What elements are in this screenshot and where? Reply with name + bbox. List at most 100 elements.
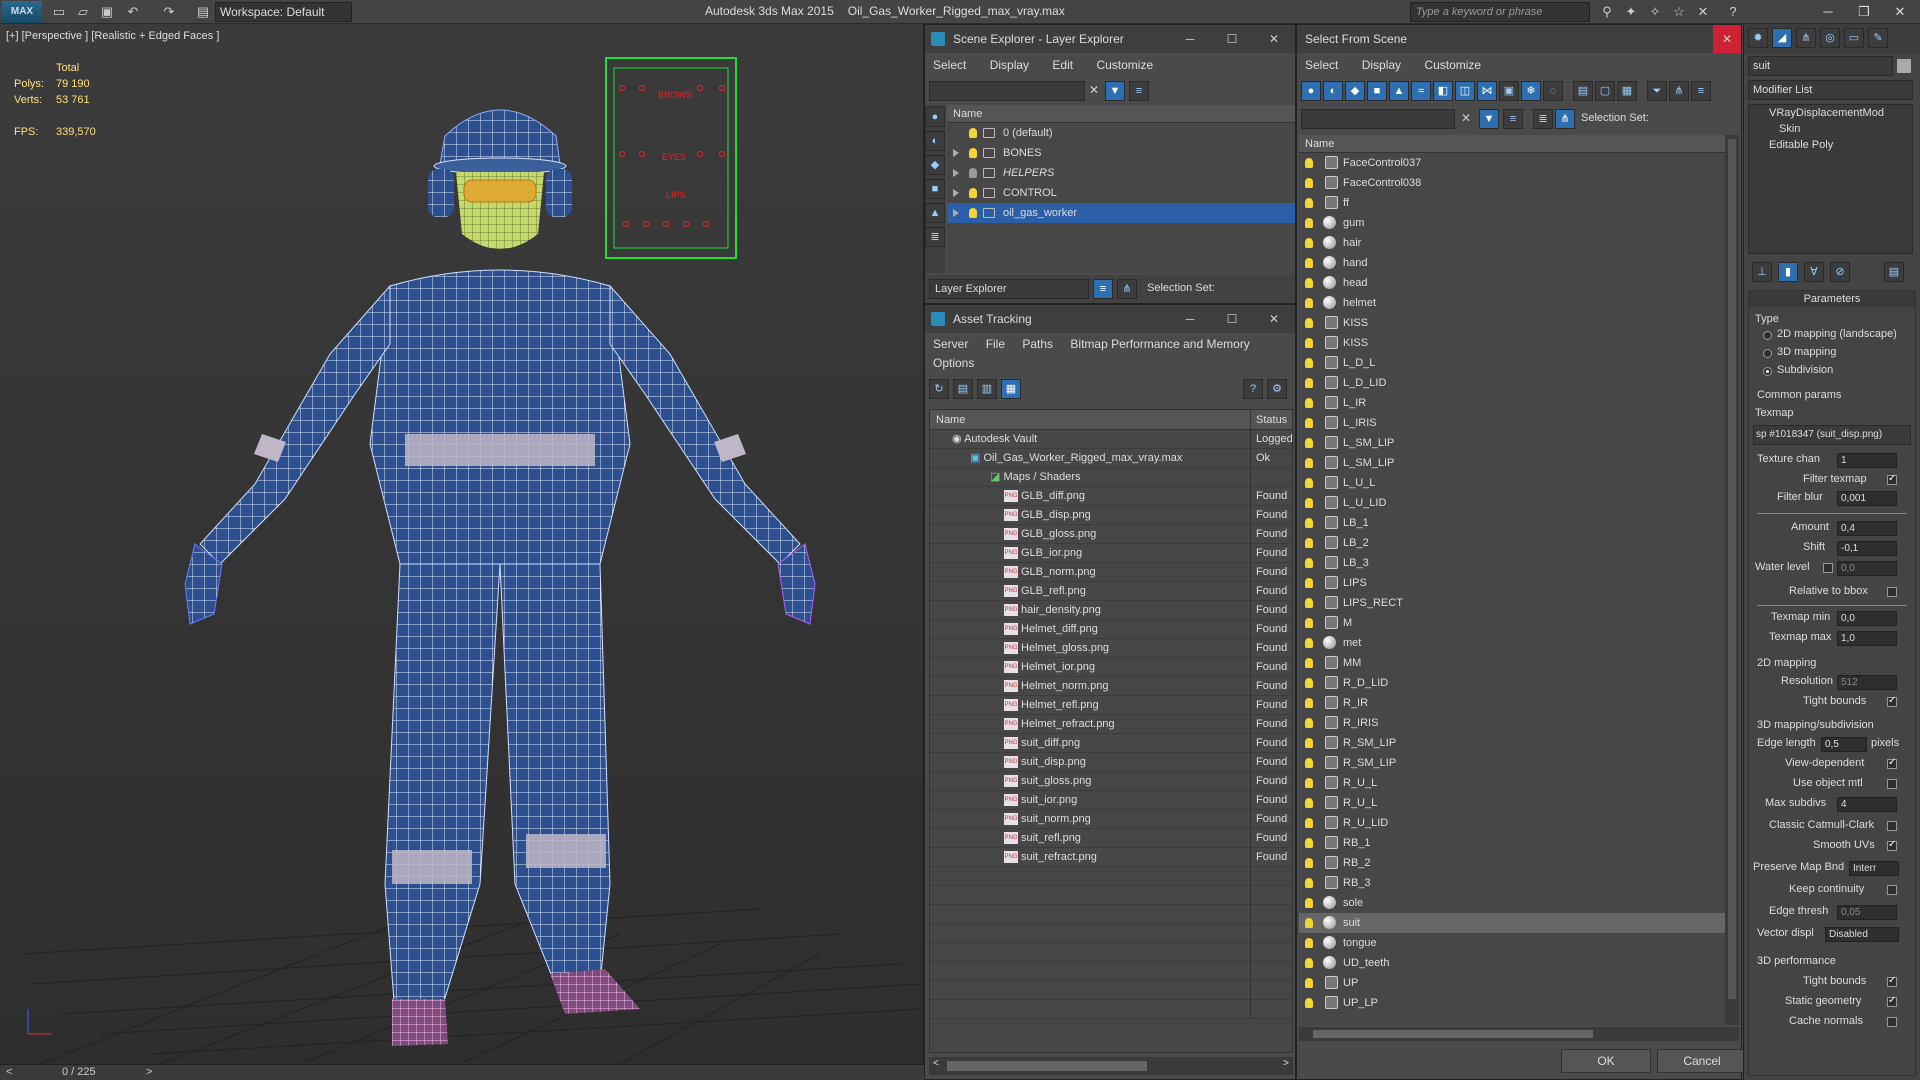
display-shapes-icon[interactable]: ◐ [925,131,945,151]
scene-object-row[interactable]: RB_1 [1299,833,1725,853]
stack-item-skin[interactable]: Skin [1749,121,1912,137]
utilities-tab-icon[interactable]: ✎ [1868,28,1888,48]
modify-tab-icon[interactable]: ◢ [1772,28,1792,48]
scroll-right-icon[interactable]: > [1283,1058,1289,1069]
stack-item-editable-poly[interactable]: Editable Poly [1749,137,1912,153]
close-icon[interactable]: ✕ [1882,0,1918,24]
scene-object-row[interactable]: tongue [1299,933,1725,953]
filter-containers-icon[interactable]: ▣ [1499,81,1519,101]
scene-object-row[interactable]: gum [1299,213,1725,233]
static-geometry-checkbox[interactable] [1887,995,1897,1007]
lightbulb-icon[interactable] [1305,218,1313,228]
lightbulb-icon[interactable] [1305,378,1313,388]
asset-row-map[interactable]: PNG Helmet_gloss.png Found [930,639,1292,658]
vector-displ-dropdown[interactable]: Disabled [1825,927,1899,942]
texmap-min-spinner[interactable]: 0,0 [1837,611,1897,626]
lightbulb-icon[interactable] [1305,678,1313,688]
view-dependent-checkbox[interactable] [1887,757,1897,769]
asset-row-file[interactable]: ▣ Oil_Gas_Worker_Rigged_max_vray.max Ok [930,449,1292,468]
water-level-spinner[interactable]: 0,0 [1837,561,1897,576]
filter-icon[interactable]: ▼ [1479,109,1499,129]
lightbulb-icon[interactable] [1305,558,1313,568]
asset-row-maps-group[interactable]: ◪ Maps / Shaders [930,468,1292,487]
display-none-icon[interactable]: ▢ [1595,81,1615,101]
scene-object-row[interactable]: R_U_LID [1299,813,1725,833]
scene-object-row[interactable]: RB_3 [1299,873,1725,893]
use-object-mtl-checkbox[interactable] [1887,779,1897,789]
redo-icon[interactable]: ↷ [160,3,178,21]
cache-normals-checkbox[interactable] [1887,1017,1897,1027]
minimize-icon[interactable]: ─ [1810,0,1846,24]
scene-object-row[interactable]: L_D_L [1299,353,1725,373]
configure-sets-icon[interactable]: ▤ [1884,262,1904,282]
asset-row-map[interactable]: PNG GLB_ior.png Found [930,544,1292,563]
scene-object-row[interactable]: KISS [1299,333,1725,353]
layer-explorer-icon[interactable]: ≡ [1093,279,1113,299]
lightbulb-icon[interactable] [1305,658,1313,668]
asset-row-map[interactable]: PNG Helmet_diff.png Found [930,620,1292,639]
stack-item-vraydisplacement[interactable]: VRayDisplacementMod [1749,105,1912,121]
lightbulb-icon[interactable] [1305,778,1313,788]
lightbulb-icon[interactable] [1305,858,1313,868]
scene-object-row[interactable]: LB_3 [1299,553,1725,573]
type-subdivision-radio[interactable] [1763,367,1772,376]
minimize-icon[interactable]: ─ [1169,25,1211,53]
asset-row-map[interactable]: PNG GLB_norm.png Found [930,563,1292,582]
timeline-prev-icon[interactable]: < [6,1066,12,1078]
scene-object-row[interactable]: R_IR [1299,693,1725,713]
menu-bitmap-performance[interactable]: Bitmap Performance and Memory [1070,337,1249,351]
asset-row-map[interactable]: PNG GLB_diff.png Found [930,487,1292,506]
tight-bounds2-checkbox[interactable] [1887,975,1897,987]
asset-row-map[interactable]: PNG Helmet_ior.png Found [930,658,1292,677]
asset-row-map[interactable]: PNG Helmet_norm.png Found [930,677,1292,696]
minimize-icon[interactable]: ─ [1169,305,1211,333]
scene-object-row[interactable]: met [1299,633,1725,653]
display-bones-icon[interactable]: ≣ [925,227,945,247]
scene-object-row[interactable]: R_SM_LIP [1299,733,1725,753]
scene-object-row[interactable]: R_SM_LIP [1299,753,1725,773]
filter-shapes-icon[interactable]: ◐ [1323,81,1343,101]
lightbulb-icon[interactable] [1305,878,1313,888]
asset-row-map[interactable]: PNG GLB_disp.png Found [930,506,1292,525]
menu-paths[interactable]: Paths [1022,337,1053,351]
water-level-checkbox[interactable] [1823,563,1833,573]
lightbulb-icon[interactable] [1305,618,1313,628]
settings-icon[interactable]: ⚙ [1267,379,1287,399]
parameters-rollout-title[interactable]: Parameters [1749,291,1915,307]
scene-object-row[interactable]: suit [1299,913,1725,933]
shift-spinner[interactable]: -0,1 [1837,541,1897,556]
remove-modifier-icon[interactable]: ⊘ [1830,262,1850,282]
filter-groups-icon[interactable]: ◧ [1433,81,1453,101]
make-unique-icon[interactable]: ∀ [1804,262,1824,282]
keep-continuity-checkbox[interactable] [1887,885,1897,895]
hierarchy-icon[interactable]: ⋔ [1669,81,1689,101]
filter-options-icon[interactable]: ⏷ [1647,81,1667,101]
scene-object-row[interactable]: UP_LP [1299,993,1725,1013]
lightbulb-icon[interactable] [1305,838,1313,848]
perspective-viewport[interactable]: [+] [Perspective ] [Realistic + Edged Fa… [0,24,924,1064]
clear-search-icon[interactable]: ✕ [1461,111,1471,125]
scene-object-row[interactable]: L_IR [1299,393,1725,413]
texture-chan-spinner[interactable]: 1 [1837,453,1897,468]
lightbulb-icon[interactable] [969,128,977,138]
lightbulb-icon[interactable] [969,148,977,158]
lightbulb-icon[interactable] [969,188,977,198]
scene-object-row[interactable]: FaceControl038 [1299,173,1725,193]
object-name-field[interactable]: suit [1748,56,1893,76]
timeline-slider[interactable]: < 0 / 225 > [0,1064,924,1080]
workspace-dropdown[interactable]: Workspace: Default [215,2,352,22]
lightbulb-icon[interactable] [1305,438,1313,448]
motion-tab-icon[interactable]: ◎ [1820,28,1840,48]
save-icon[interactable]: ▣ [98,3,116,21]
select-toggle-icon[interactable]: ≡ [1129,81,1149,101]
close-icon[interactable]: ✕ [1253,305,1295,333]
scene-object-row[interactable]: LB_1 [1299,513,1725,533]
scroll-left-icon[interactable]: < [933,1058,939,1069]
lightbulb-icon[interactable] [1305,398,1313,408]
lightbulb-icon[interactable] [1305,938,1313,948]
lightbulb-icon[interactable] [1305,258,1313,268]
scene-explorer-search[interactable] [929,81,1085,101]
project-folder-icon[interactable]: ▤ [194,3,212,21]
scene-object-row[interactable]: ff [1299,193,1725,213]
lightbulb-icon[interactable] [1305,418,1313,428]
